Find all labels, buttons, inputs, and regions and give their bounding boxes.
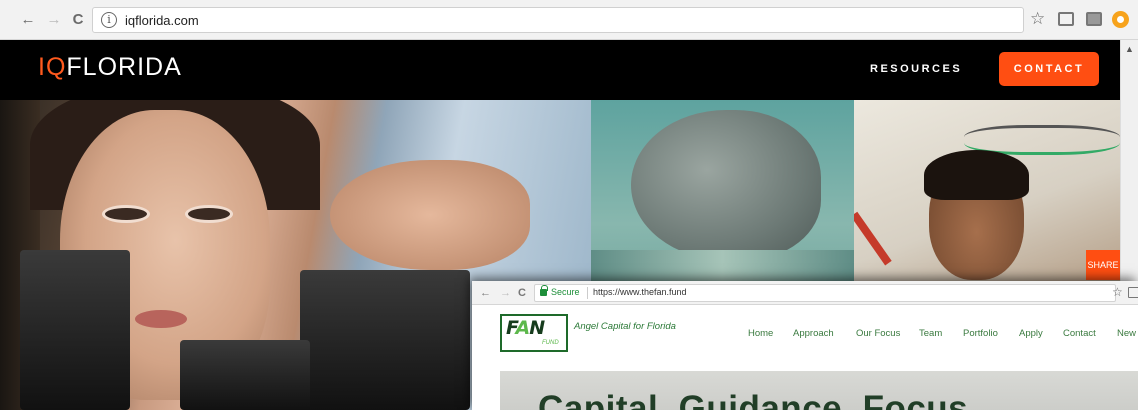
address-separator: [587, 287, 588, 299]
nav-apply-link[interactable]: Apply: [1019, 328, 1043, 339]
fanfund-browser-window: ← → C Secure https://www.thefan.fund ☆ F…: [472, 281, 1138, 410]
secure-label: Secure: [551, 287, 580, 297]
fish-school: [591, 250, 854, 285]
fan-headline: Capital. Guidance. Focus.: [538, 389, 979, 410]
site-info-icon[interactable]: i: [101, 12, 117, 28]
reload-icon[interactable]: C: [68, 10, 88, 30]
nav-news-link[interactable]: New: [1117, 328, 1136, 339]
scroll-up-icon[interactable]: ▲: [1125, 44, 1134, 54]
nav-team-link[interactable]: Team: [919, 328, 942, 339]
nav-our-focus-link[interactable]: Our Focus: [856, 328, 900, 339]
optics-equipment-center: [300, 270, 470, 410]
address-bar-url: iqflorida.com: [125, 13, 199, 28]
nav-contact-link[interactable]: Contact: [1063, 328, 1096, 339]
nav-home-link[interactable]: Home: [748, 328, 773, 339]
bookmark-star-icon-2[interactable]: ☆: [1112, 285, 1123, 299]
browser-toolbar-2: ← → C Secure https://www.thefan.fund ☆: [472, 281, 1138, 305]
hero-eye-right: [185, 205, 233, 223]
extension-icon[interactable]: [1086, 12, 1102, 26]
share-side-tab[interactable]: SHARE: [1086, 250, 1120, 280]
extension-orange-icon[interactable]: [1112, 11, 1129, 28]
cast-icon-2[interactable]: [1128, 287, 1138, 298]
fan-fund-logo[interactable]: FAN FUND: [500, 314, 568, 352]
reload-icon-2[interactable]: C: [518, 286, 526, 300]
forward-arrow-icon[interactable]: →: [44, 10, 64, 30]
browser-toolbar: ← → C i iqflorida.com ☆: [0, 0, 1138, 40]
manatee-shape: [631, 110, 821, 260]
address-bar[interactable]: i iqflorida.com: [92, 7, 1024, 33]
back-arrow-icon-2[interactable]: ←: [480, 286, 491, 300]
forward-arrow-icon-2[interactable]: →: [500, 286, 511, 300]
red-cable: [854, 211, 892, 266]
nav-resources-link[interactable]: RESOURCES: [870, 63, 962, 75]
fan-logo-text: FAN: [506, 317, 545, 339]
logo-florida: FLORIDA: [66, 53, 182, 81]
nav-approach-link[interactable]: Approach: [793, 328, 834, 339]
hero-eye-left: [102, 205, 150, 223]
hero-lips: [135, 310, 187, 328]
fan-logo-a: A: [515, 317, 531, 339]
logo-iq: IQ: [38, 53, 67, 81]
cast-icon[interactable]: [1058, 12, 1074, 26]
fan-logo-n: N: [529, 317, 545, 339]
engineer-hair: [924, 150, 1029, 200]
hero-hand: [330, 160, 530, 270]
nav-portfolio-link[interactable]: Portfolio: [963, 328, 998, 339]
fan-hero-banner: Capital. Guidance. Focus.: [500, 371, 1138, 410]
fan-logo-f: F: [506, 317, 516, 339]
bookmark-star-icon[interactable]: ☆: [1030, 9, 1045, 29]
lock-icon: [540, 285, 548, 296]
fan-logo-fund: FUND: [542, 340, 559, 346]
site-header: IQFLORIDA RESOURCES CONTACT: [0, 40, 1120, 100]
address-bar-url-2: https://www.thefan.fund: [593, 287, 687, 297]
optics-equipment-lower: [180, 340, 310, 410]
contact-button[interactable]: CONTACT: [999, 52, 1099, 86]
address-bar-2[interactable]: Secure https://www.thefan.fund: [534, 284, 1116, 302]
fan-tagline: Angel Capital for Florida: [574, 321, 676, 332]
optics-equipment-left: [20, 250, 130, 410]
iqflorida-logo[interactable]: IQFLORIDA: [38, 53, 182, 82]
back-arrow-icon[interactable]: ←: [18, 10, 38, 30]
